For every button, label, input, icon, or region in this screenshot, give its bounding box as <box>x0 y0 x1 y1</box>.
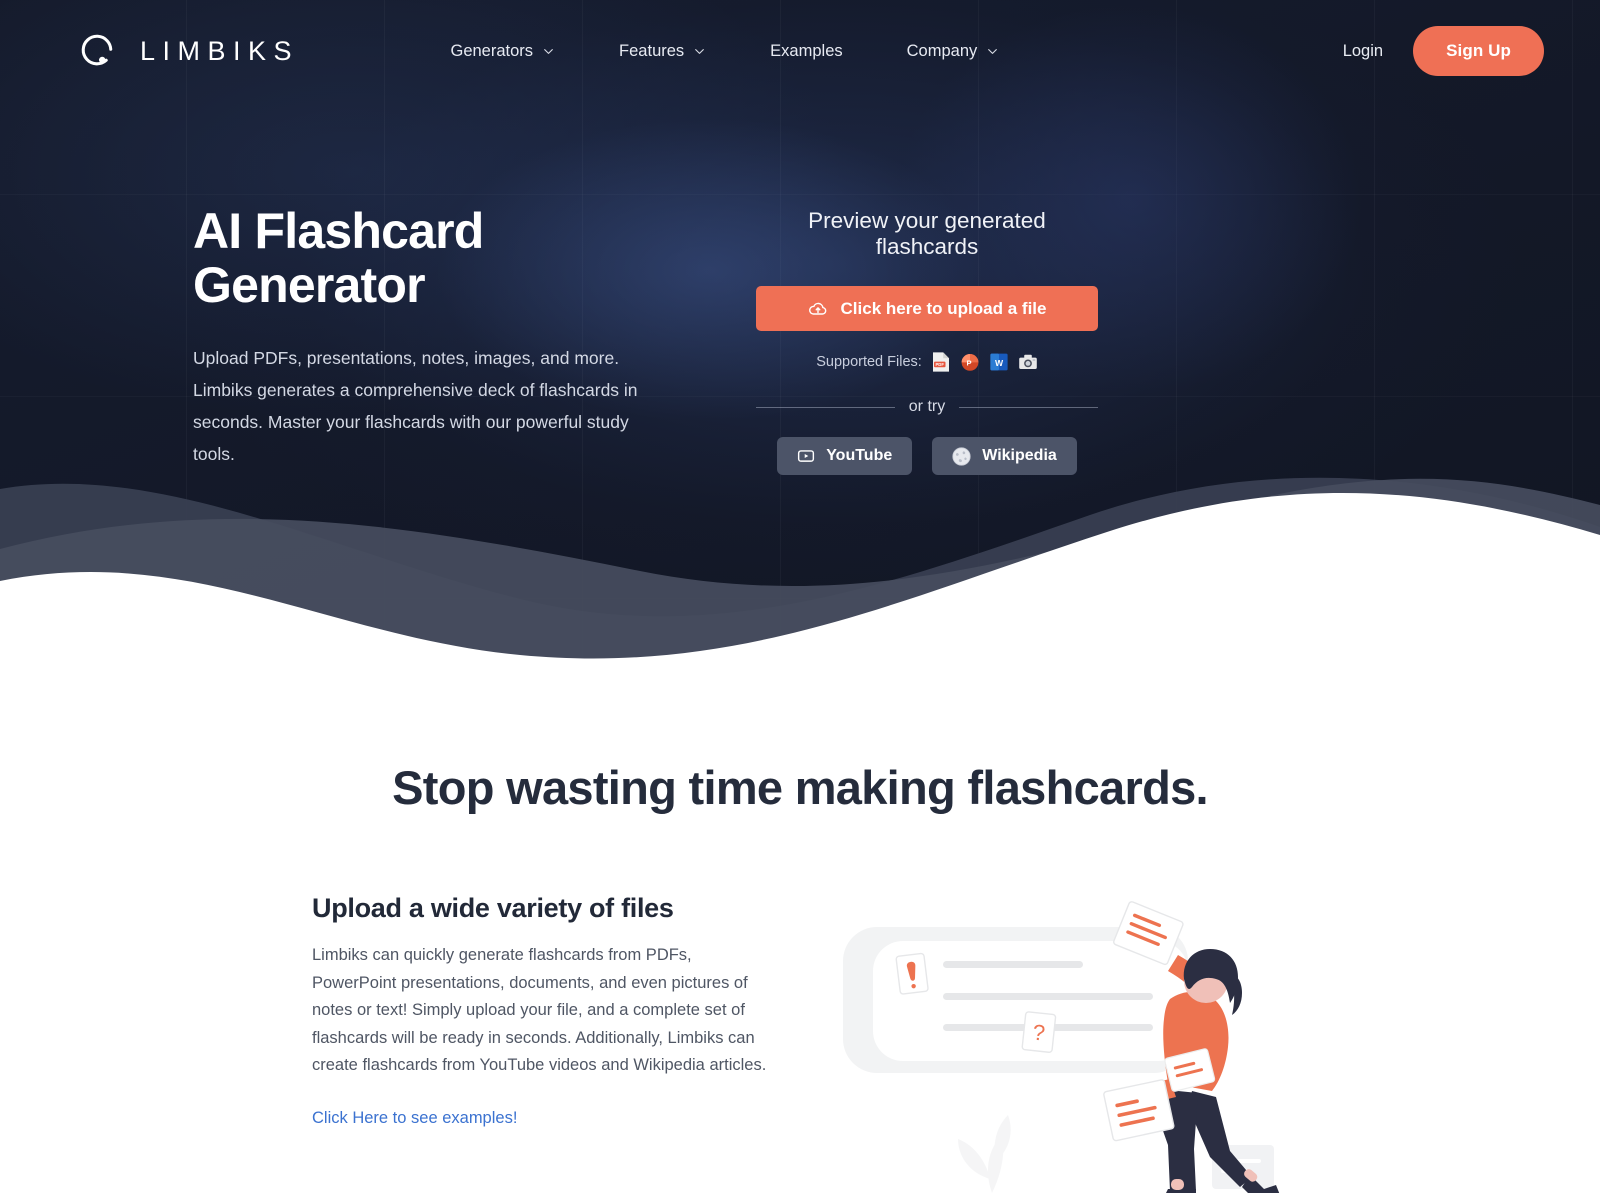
pdf-file-icon: PDF <box>932 352 949 372</box>
hero-subtitle: Upload PDFs, presentations, notes, image… <box>193 348 638 464</box>
chevron-down-icon <box>544 48 553 54</box>
divider-line-left <box>756 406 895 408</box>
section-heading: Stop wasting time making flashcards. <box>392 761 1208 814</box>
divider-line-right <box>959 406 1099 408</box>
feature-text-block: Upload a wide variety of files Limbiks c… <box>312 893 802 1128</box>
features-section: Stop wasting time making flashcards. Upl… <box>0 660 1600 1200</box>
supported-file-icons: PDF P W <box>931 351 1038 373</box>
nav-auth-group: Login Sign Up <box>1343 26 1544 76</box>
nav-item-company[interactable]: Company <box>907 42 1000 61</box>
person-uploading-documents-illustration: ? <box>840 893 1310 1200</box>
nav-item-examples[interactable]: Examples <box>770 42 842 61</box>
upload-file-button[interactable]: Click here to upload a file <box>756 286 1098 331</box>
feature-body: Limbiks can quickly generate flashcards … <box>312 946 767 1075</box>
word-file-icon: W <box>990 353 1008 371</box>
top-navigation-bar: LIMBIKS Generators Features Examples Com… <box>0 0 1600 102</box>
youtube-source-button-label: YouTube <box>826 447 893 464</box>
supported-files-row: Supported Files: PDF P W <box>756 351 1098 373</box>
chevron-down-icon <box>988 48 998 54</box>
upload-file-button-label: Click here to upload a file <box>840 298 1047 318</box>
wikipedia-source-button-label: Wikipedia <box>982 447 1057 464</box>
nav-item-company-label: Company <box>906 41 978 60</box>
svg-text:W: W <box>995 358 1004 368</box>
nav-item-features[interactable]: Features <box>619 42 706 61</box>
hero-section: LIMBIKS Generators Features Examples Com… <box>0 0 1600 660</box>
svg-text:PDF: PDF <box>935 362 944 367</box>
hero-title: AI Flashcard Generator <box>193 203 484 313</box>
or-try-text: or try <box>908 398 946 415</box>
nav-item-generators[interactable]: Generators <box>451 42 556 61</box>
nav-item-examples-label: Examples <box>770 41 843 60</box>
hero-text-column: AI Flashcard Generator Upload PDFs, pres… <box>0 204 700 475</box>
limbiks-q-logo-icon <box>78 32 116 70</box>
feature-row: Upload a wide variety of files Limbiks c… <box>0 815 1600 1200</box>
wikipedia-globe-icon <box>952 446 971 466</box>
sign-up-button[interactable]: Sign Up <box>1413 26 1544 76</box>
camera-photo-icon <box>1018 354 1037 369</box>
nav-item-features-label: Features <box>619 41 685 60</box>
feature-title: Upload a wide variety of files <box>312 893 674 923</box>
see-examples-link[interactable]: Click Here to see examples! <box>312 1109 517 1128</box>
svg-text:?: ? <box>1031 1020 1046 1046</box>
preview-panel-title: Preview your generated flashcards <box>808 208 1046 259</box>
youtube-icon <box>798 450 815 462</box>
youtube-source-button[interactable]: YouTube <box>777 437 913 475</box>
nav-links-group: Generators Features Examples Company <box>451 42 1000 61</box>
nav-item-generators-label: Generators <box>450 41 534 60</box>
or-try-divider: or try <box>756 398 1099 416</box>
brand-logo[interactable]: LIMBIKS <box>78 32 299 70</box>
supported-files-label: Supported Files: <box>816 354 922 370</box>
svg-text:P: P <box>966 359 971 368</box>
login-link[interactable]: Login <box>1343 42 1383 61</box>
hero-body: AI Flashcard Generator Upload PDFs, pres… <box>0 102 1600 475</box>
cloud-upload-icon <box>808 302 826 315</box>
chevron-down-icon <box>695 48 705 54</box>
wikipedia-source-button[interactable]: Wikipedia <box>932 437 1077 475</box>
upload-panel: Preview your generated flashcards Click … <box>700 204 1099 475</box>
brand-name-text: LIMBIKS <box>140 35 300 66</box>
try-source-buttons: YouTube Wikipedia <box>756 437 1098 475</box>
powerpoint-file-icon: P <box>961 354 979 371</box>
